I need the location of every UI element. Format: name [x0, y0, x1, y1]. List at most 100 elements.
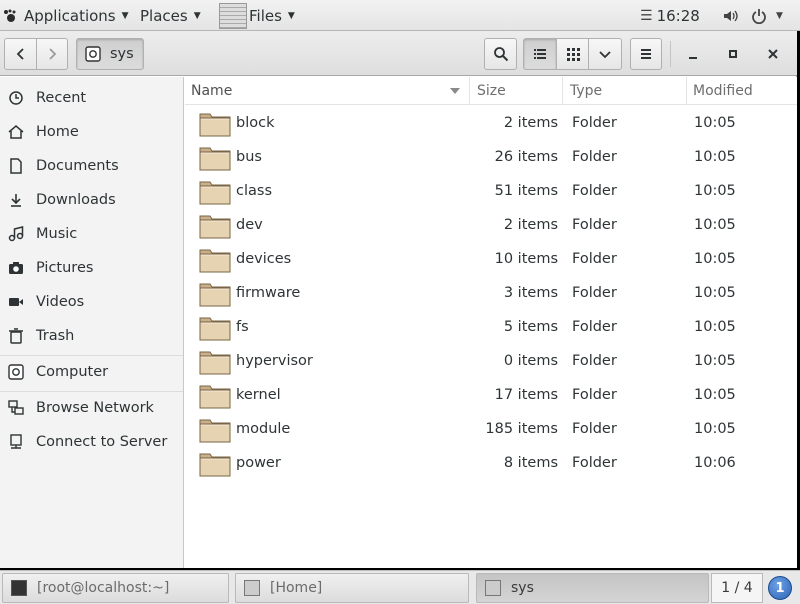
list-view-button[interactable] [523, 38, 557, 70]
list-view-icon [534, 49, 546, 59]
file-row[interactable]: hypervisor 0 items Folder 10:05 [185, 344, 797, 378]
files-label: Files [249, 6, 282, 25]
maximize-button[interactable] [718, 38, 748, 70]
folder-icon [199, 113, 231, 137]
places-label: Places [140, 6, 188, 25]
clock[interactable]: ☰ 16:28 [640, 0, 700, 31]
file-row[interactable]: block 2 items Folder 10:05 [185, 106, 797, 140]
file-type: Folder [572, 149, 617, 165]
file-size: 8 items [503, 455, 558, 471]
volume-icon[interactable] [722, 0, 738, 31]
path-bar-button[interactable]: sys [76, 38, 144, 70]
file-modified: 10:05 [694, 421, 736, 437]
sidebar-item-downloads[interactable]: Downloads [0, 185, 183, 215]
file-list: Name Size Type Modified block 2 items Fold… [185, 77, 797, 568]
close-button[interactable] [758, 38, 788, 70]
file-name: bus [236, 149, 262, 165]
file-modified: 10:05 [694, 285, 736, 301]
files-app-icon [219, 2, 247, 29]
file-size: 26 items [494, 149, 558, 165]
file-type: Folder [572, 183, 617, 199]
clock-time: 16:28 [656, 6, 700, 25]
notification-badge[interactable]: 1 [768, 576, 792, 600]
column-header-modified[interactable]: Modified [687, 77, 797, 105]
file-name: fs [236, 319, 249, 335]
sidebar-item-connect-to-server[interactable]: Connect to Server [0, 427, 183, 457]
file-row[interactable]: firmware 3 items Folder 10:05 [185, 276, 797, 310]
file-manager-window: sys Recent Home Documents Downloads Musi… [0, 31, 797, 568]
task-terminal[interactable]: [root@localhost:~] [2, 573, 229, 603]
grid-view-icon [566, 48, 580, 61]
sidebar-item-browse-network[interactable]: Browse Network [0, 393, 183, 423]
sidebar-item-pictures[interactable]: Pictures [0, 253, 183, 283]
grid-view-button[interactable] [556, 38, 589, 70]
file-row[interactable]: power 8 items Folder 10:06 [185, 446, 797, 480]
terminal-icon [11, 580, 27, 596]
file-row[interactable]: fs 5 items Folder 10:05 [185, 310, 797, 344]
sidebar-item-home[interactable]: Home [0, 117, 183, 147]
applications-menu[interactable]: Applications ▼ [2, 0, 129, 31]
workspace-indicator[interactable]: 1 / 4 [711, 573, 763, 603]
file-size: 51 items [494, 183, 558, 199]
column-header-type[interactable]: Type [563, 77, 687, 105]
view-options-button[interactable] [588, 38, 622, 70]
clock-icon [9, 91, 23, 105]
download-icon [11, 194, 21, 207]
file-row[interactable]: kernel 17 items Folder 10:05 [185, 378, 797, 412]
sidebar-item-computer[interactable]: Computer [0, 357, 183, 387]
task-label: [root@localhost:~] [37, 580, 170, 596]
search-icon [493, 47, 508, 62]
minimize-button[interactable] [678, 38, 708, 70]
applications-label: Applications [24, 6, 116, 25]
sidebar-separator [0, 355, 183, 356]
sidebar-item-documents[interactable]: Documents [0, 151, 183, 181]
places-menu[interactable]: Places ▼ [140, 0, 201, 31]
minimize-icon [689, 57, 697, 59]
sidebar-item-videos[interactable]: Videos [0, 287, 183, 317]
file-row[interactable]: bus 26 items Folder 10:05 [185, 140, 797, 174]
file-name: devices [236, 251, 292, 267]
column-header-name[interactable]: Name [185, 77, 470, 105]
power-icon[interactable] [751, 0, 767, 31]
file-modified: 10:05 [694, 149, 736, 165]
chevron-right-icon [49, 48, 57, 60]
task-sys[interactable]: sys [476, 573, 709, 603]
files-app-menu[interactable]: Files ▼ [219, 0, 295, 31]
file-type: Folder [572, 353, 617, 369]
camera-icon [9, 262, 23, 274]
gnome-foot-icon [4, 9, 16, 22]
file-row[interactable]: devices 10 items Folder 10:05 [185, 242, 797, 276]
maximize-icon [729, 50, 737, 58]
file-name: power [236, 455, 281, 471]
sidebar-separator [0, 391, 183, 392]
file-type: Folder [572, 217, 617, 233]
sidebar-item-label: Videos [36, 294, 85, 310]
column-header-size[interactable]: Size [470, 77, 563, 105]
close-icon [768, 49, 778, 59]
sidebar-item-label: Computer [36, 364, 109, 380]
system-menu-chevron-icon[interactable]: ▼ [776, 0, 783, 31]
file-modified: 10:05 [694, 115, 736, 131]
file-name: module [236, 421, 291, 437]
sidebar-item-label: Downloads [36, 192, 116, 208]
forward-button[interactable] [36, 38, 68, 70]
search-button[interactable] [484, 38, 517, 70]
file-modified: 10:05 [694, 183, 736, 199]
file-size: 185 items [485, 421, 558, 437]
file-row[interactable]: module 185 items Folder 10:05 [185, 412, 797, 446]
file-size: 3 items [503, 285, 558, 301]
task-home[interactable]: [Home] [235, 573, 469, 603]
file-row[interactable]: dev 2 items Folder 10:05 [185, 208, 797, 242]
file-type: Folder [572, 285, 617, 301]
server-icon [10, 434, 22, 449]
sidebar-item-music[interactable]: Music [0, 219, 183, 249]
sidebar-item-recent[interactable]: Recent [0, 83, 183, 113]
file-type: Folder [572, 251, 617, 267]
menu-button[interactable] [630, 38, 662, 70]
file-row[interactable]: class 51 items Folder 10:05 [185, 174, 797, 208]
back-button[interactable] [4, 38, 37, 70]
hamburger-menu-icon [641, 49, 651, 59]
chevron-down-icon: ▼ [287, 10, 295, 21]
sidebar-item-trash[interactable]: Trash [0, 321, 183, 351]
column-header-label: Size [477, 83, 506, 99]
